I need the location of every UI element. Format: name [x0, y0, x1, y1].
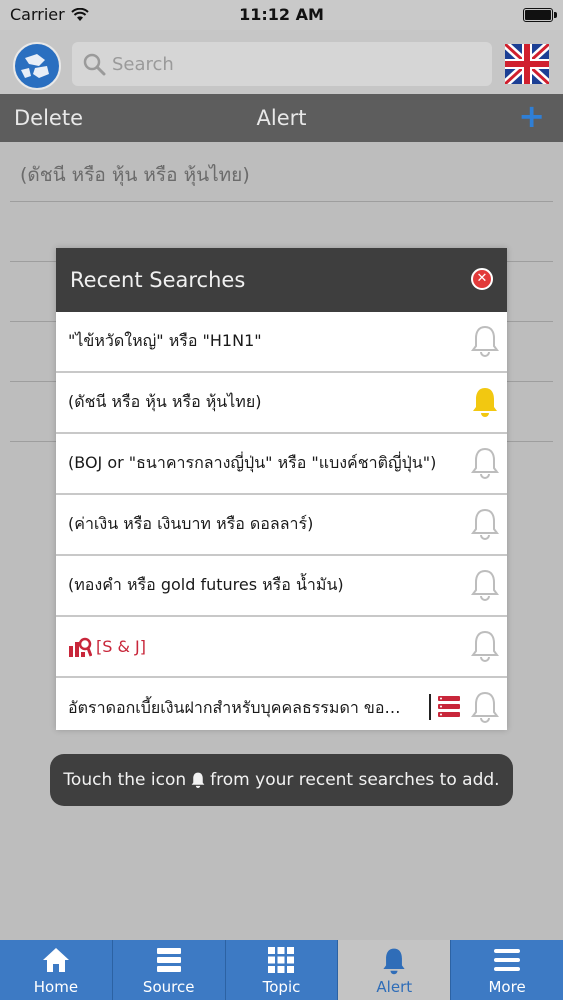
bell-filled-icon[interactable] — [470, 385, 500, 419]
tab-home[interactable]: Home — [0, 940, 113, 1000]
delete-button[interactable]: Delete — [14, 106, 83, 130]
recent-search-text: (ดัชนี หรือ หุ้น หรือ หุ้นไทย) — [68, 392, 262, 411]
hint-toast: Touch the icon from your recent searches… — [50, 754, 513, 806]
modal-title: Recent Searches — [70, 268, 246, 292]
source-icon — [156, 948, 181, 972]
uk-flag-icon[interactable] — [505, 44, 549, 84]
close-icon[interactable]: ✕ — [471, 268, 493, 290]
app-header — [0, 30, 563, 94]
toast-suffix: from your recent searches to add. — [210, 770, 500, 790]
alert-toolbar: Delete Alert + — [0, 94, 563, 142]
chart-search-icon — [69, 637, 92, 657]
bell-outline-icon[interactable] — [470, 446, 500, 480]
recent-search-text: [S & J] — [96, 637, 147, 656]
tab-more[interactable]: More — [451, 940, 563, 1000]
app-logo[interactable] — [13, 42, 61, 90]
search-input[interactable] — [112, 53, 472, 75]
separator — [429, 694, 431, 720]
tab-label: Home — [33, 978, 79, 996]
recent-search-text: อัตราดอกเบี้ยเงินฝากสำหรับบุคคลธรรมดา ขอ… — [68, 698, 408, 717]
bell-outline-icon[interactable] — [470, 324, 500, 358]
recent-search-row[interactable]: (ทองคำ หรือ gold futures หรือ น้ำมัน) — [56, 556, 507, 617]
recent-search-text: (ค่าเงิน หรือ เงินบาท หรือ ดอลลาร์) — [68, 514, 314, 533]
toast-prefix: Touch the icon — [63, 770, 187, 790]
bell-outline-icon[interactable] — [470, 507, 500, 541]
recent-search-row[interactable]: (ดัชนี หรือ หุ้น หรือ หุ้นไทย) — [56, 373, 507, 434]
stack-icon[interactable] — [437, 695, 461, 719]
bell-outline-icon[interactable] — [470, 690, 500, 724]
add-button[interactable]: + — [518, 100, 545, 132]
page-title: Alert — [256, 106, 307, 130]
tab-label: More — [488, 978, 526, 996]
bell-icon — [383, 948, 405, 975]
tab-label: Source — [142, 978, 195, 996]
search-bar[interactable] — [72, 42, 492, 86]
recent-search-text: (ทองคำ หรือ gold futures หรือ น้ำมัน) — [68, 575, 344, 594]
recent-search-row[interactable]: (ค่าเงิน หรือ เงินบาท หรือ ดอลลาร์) — [56, 495, 507, 556]
tab-source[interactable]: Source — [113, 940, 226, 1000]
recent-search-row[interactable]: อัตราดอกเบี้ยเงินฝากสำหรับบุคคลธรรมดา ขอ… — [56, 678, 507, 739]
tab-alert[interactable]: Alert — [338, 940, 452, 1000]
battery-tip — [554, 12, 557, 18]
tab-bar: Home Source Topic Alert More — [0, 940, 563, 1000]
tab-topic[interactable]: Topic — [226, 940, 339, 1000]
recent-search-row[interactable]: (BOJ or "ธนาคารกลางญี่ปุ่น" หรือ "แบงค์ช… — [56, 434, 507, 495]
tab-label: Alert — [376, 978, 413, 996]
grid-icon — [268, 947, 295, 973]
battery-icon — [523, 8, 553, 22]
bell-outline-icon[interactable] — [470, 568, 500, 602]
home-icon — [42, 948, 69, 972]
search-icon — [83, 53, 106, 76]
recent-search-text: "ไข้หวัดใหญ่" หรือ "H1N1" — [68, 331, 262, 350]
list-item-label: (ดัชนี หรือ หุ้น หรือ หุ้นไทย) — [20, 164, 250, 186]
list-item[interactable]: (ดัชนี หรือ หุ้น หรือ หุ้นไทย) — [10, 142, 553, 202]
modal-header: Recent Searches ✕ — [56, 248, 507, 312]
bell-outline-icon[interactable] — [470, 629, 500, 663]
status-bar: Carrier 11:12 AM — [0, 0, 563, 30]
bell-icon — [191, 772, 205, 788]
globe-logo-icon — [17, 46, 57, 86]
recent-search-row[interactable]: [S & J] — [56, 617, 507, 678]
recent-search-text: (BOJ or "ธนาคารกลางญี่ปุ่น" หรือ "แบงค์ช… — [68, 453, 437, 472]
tab-label: Topic — [262, 978, 301, 996]
status-time: 11:12 AM — [239, 5, 324, 24]
recent-searches-modal: Recent Searches ✕ "ไข้หวัดใหญ่" หรือ "H1… — [56, 248, 507, 730]
menu-icon — [494, 949, 521, 971]
recent-search-row[interactable]: "ไข้หวัดใหญ่" หรือ "H1N1" — [56, 312, 507, 373]
